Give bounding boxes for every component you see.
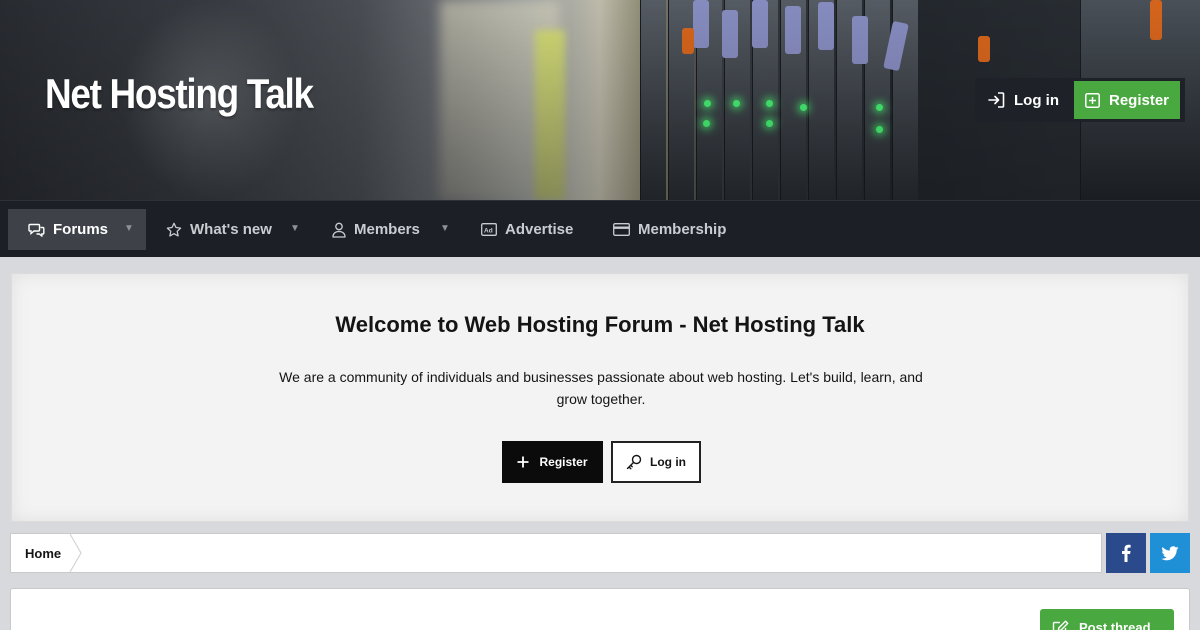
- welcome-notice: Welcome to Web Hosting Forum - Net Hosti…: [11, 273, 1189, 522]
- header-banner: Net Hosting Talk Log in Register: [0, 0, 1200, 200]
- nav-tab-forums[interactable]: Forums ▼: [8, 209, 146, 250]
- header-login-label: Log in: [1014, 91, 1059, 109]
- header-account-actions: Log in Register: [975, 78, 1185, 122]
- breadcrumb-separator-icon: [69, 534, 82, 572]
- site-logo-title[interactable]: Net Hosting Talk: [45, 70, 314, 118]
- whats-new-dropdown-caret-icon[interactable]: ▼: [290, 223, 300, 234]
- plus-icon: [517, 456, 529, 468]
- share-facebook-button[interactable]: [1106, 533, 1146, 573]
- pencil-square-icon: [1052, 620, 1069, 630]
- welcome-register-button[interactable]: Register: [502, 441, 603, 483]
- nav-tab-membership-label: Membership: [638, 221, 727, 238]
- post-thread-label: Post thread: [1079, 620, 1151, 630]
- nav-tab-advertise[interactable]: Ad Advertise: [481, 209, 573, 250]
- nav-tab-members-label: Members: [354, 221, 420, 238]
- header-register-label: Register: [1108, 91, 1170, 109]
- nav-tab-members[interactable]: Members: [332, 209, 420, 250]
- members-dropdown-caret-icon[interactable]: ▼: [440, 223, 450, 234]
- forum-list-panel: Post thread: [10, 588, 1190, 630]
- ad-icon: Ad: [481, 223, 497, 236]
- svg-text:Ad: Ad: [484, 227, 493, 234]
- forums-dropdown-caret-icon[interactable]: ▼: [124, 223, 134, 234]
- nav-tab-advertise-label: Advertise: [505, 221, 574, 238]
- main-navigation: Forums ▼ What's new ▼ Members ▼ Ad Adver…: [0, 200, 1200, 257]
- breadcrumb: Home: [10, 533, 1102, 573]
- nav-tab-whats-new-label: What's new: [190, 221, 272, 238]
- welcome-description: We are a community of individuals and bu…: [279, 369, 923, 407]
- breadcrumb-home-link[interactable]: Home: [11, 534, 75, 572]
- welcome-register-label: Register: [539, 455, 588, 469]
- plus-square-icon: [1085, 92, 1100, 108]
- user-icon: [332, 222, 346, 238]
- share-twitter-button[interactable]: [1150, 533, 1190, 573]
- credit-card-icon: [613, 223, 630, 236]
- nav-tab-membership[interactable]: Membership: [613, 209, 726, 250]
- star-icon: [166, 222, 182, 238]
- nav-tab-whats-new[interactable]: What's new: [166, 209, 272, 250]
- facebook-icon: [1121, 544, 1131, 562]
- key-icon: [626, 454, 642, 470]
- twitter-icon: [1161, 545, 1179, 561]
- welcome-login-button[interactable]: Log in: [611, 441, 701, 483]
- header-login-button[interactable]: Log in: [975, 78, 1072, 122]
- chat-bubbles-icon: [28, 222, 45, 237]
- login-icon: [988, 92, 1005, 108]
- post-thread-button[interactable]: Post thread: [1040, 609, 1174, 630]
- header-register-button[interactable]: Register: [1074, 81, 1180, 119]
- welcome-login-label: Log in: [650, 455, 686, 469]
- nav-tab-forums-label: Forums: [53, 221, 109, 238]
- welcome-title: Welcome to Web Hosting Forum - Net Hosti…: [335, 312, 865, 337]
